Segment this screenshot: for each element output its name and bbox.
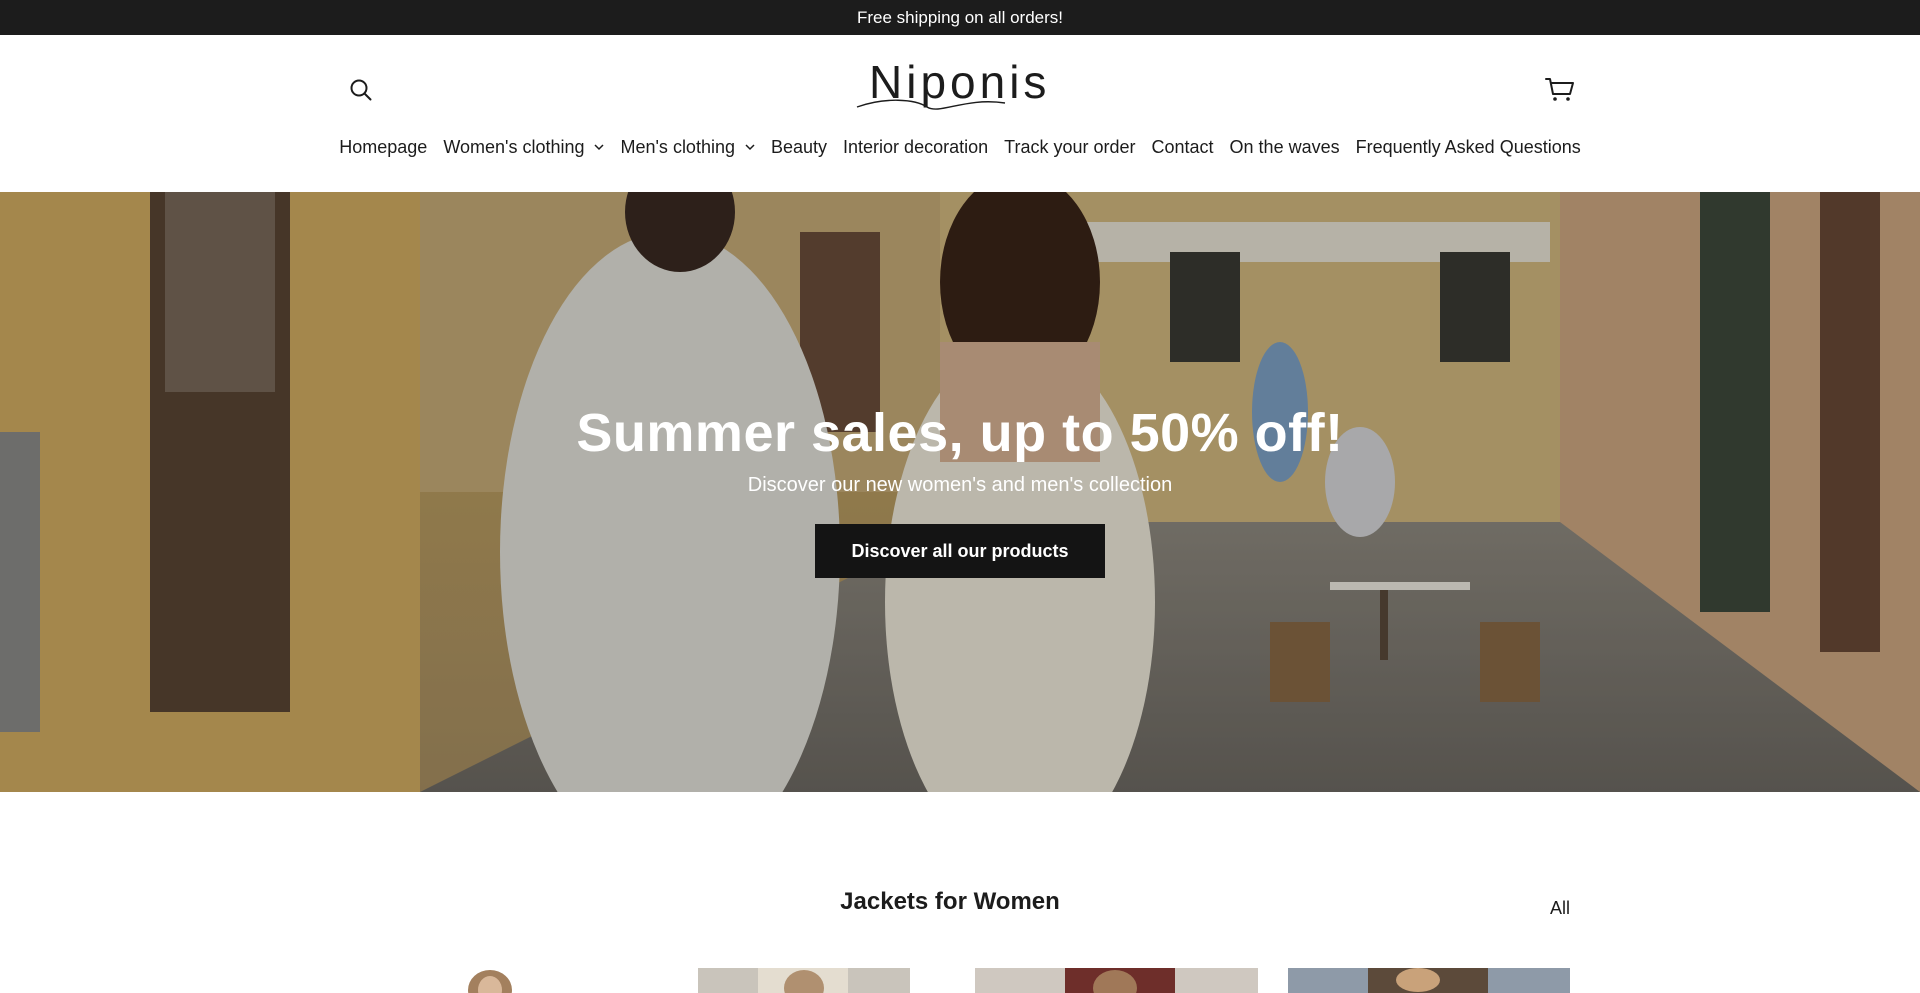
announcement-text: Free shipping on all orders!	[856, 7, 1063, 27]
nav-item-on-the-waves[interactable]: On the waves	[1222, 137, 1348, 158]
search-button[interactable]	[346, 75, 376, 105]
product-image	[975, 968, 1258, 993]
nav-item-beauty[interactable]: Beauty	[763, 137, 835, 158]
site-logo[interactable]: Niponis	[855, 55, 1065, 110]
nav-label: Men's clothing	[620, 136, 735, 157]
nav-item-interior-decoration[interactable]: Interior decoration	[835, 137, 996, 158]
nav-item-womens-clothing[interactable]: Women's clothing	[435, 137, 612, 158]
nav-label: Track your order	[1004, 136, 1136, 157]
chevron-down-icon	[594, 143, 605, 151]
chevron-down-icon	[745, 143, 755, 151]
nav-item-faq[interactable]: Frequently Asked Questions	[1348, 137, 1589, 158]
nav-label: Interior decoration	[843, 136, 989, 157]
hero-subtitle: Discover our new women's and men's colle…	[747, 474, 1173, 496]
nav-label: Frequently Asked Questions	[1355, 136, 1581, 157]
nav-label: On the waves	[1229, 136, 1340, 157]
product-card[interactable]	[1288, 968, 1570, 993]
view-all-link[interactable]: All	[1550, 898, 1570, 919]
collection-title: Jackets for Women	[840, 888, 1060, 915]
nav-item-contact[interactable]: Contact	[1144, 137, 1222, 158]
nav-label: Contact	[1151, 136, 1214, 157]
nav-item-homepage[interactable]: Homepage	[331, 137, 435, 158]
product-card[interactable]	[420, 968, 560, 993]
main-nav: Homepage Women's clothing Men's clothing…	[0, 132, 1920, 162]
product-image	[698, 968, 910, 993]
hero-banner: Summer sales, up to 50% off! Discover ou…	[0, 192, 1920, 792]
product-image	[1288, 968, 1570, 993]
cart-button[interactable]	[1544, 74, 1576, 106]
product-image	[468, 970, 512, 993]
site-header: Niponis Homepage Women's clothing Men's …	[0, 35, 1920, 192]
nav-label: Beauty	[770, 136, 828, 157]
nav-item-track-order[interactable]: Track your order	[996, 137, 1143, 158]
announcement-bar: Free shipping on all orders!	[0, 0, 1920, 35]
hero-title: Summer sales, up to 50% off!	[576, 403, 1344, 463]
product-card[interactable]	[698, 968, 910, 993]
product-card[interactable]	[975, 968, 1258, 993]
discover-products-button[interactable]: Discover all our products	[815, 524, 1105, 578]
nav-item-mens-clothing[interactable]: Men's clothing	[612, 137, 763, 158]
cart-icon	[1545, 78, 1574, 101]
search-icon	[350, 79, 372, 101]
nav-label: Homepage	[339, 136, 428, 157]
logo-swoosh	[856, 99, 1006, 110]
nav-label: Women's clothing	[443, 136, 585, 157]
